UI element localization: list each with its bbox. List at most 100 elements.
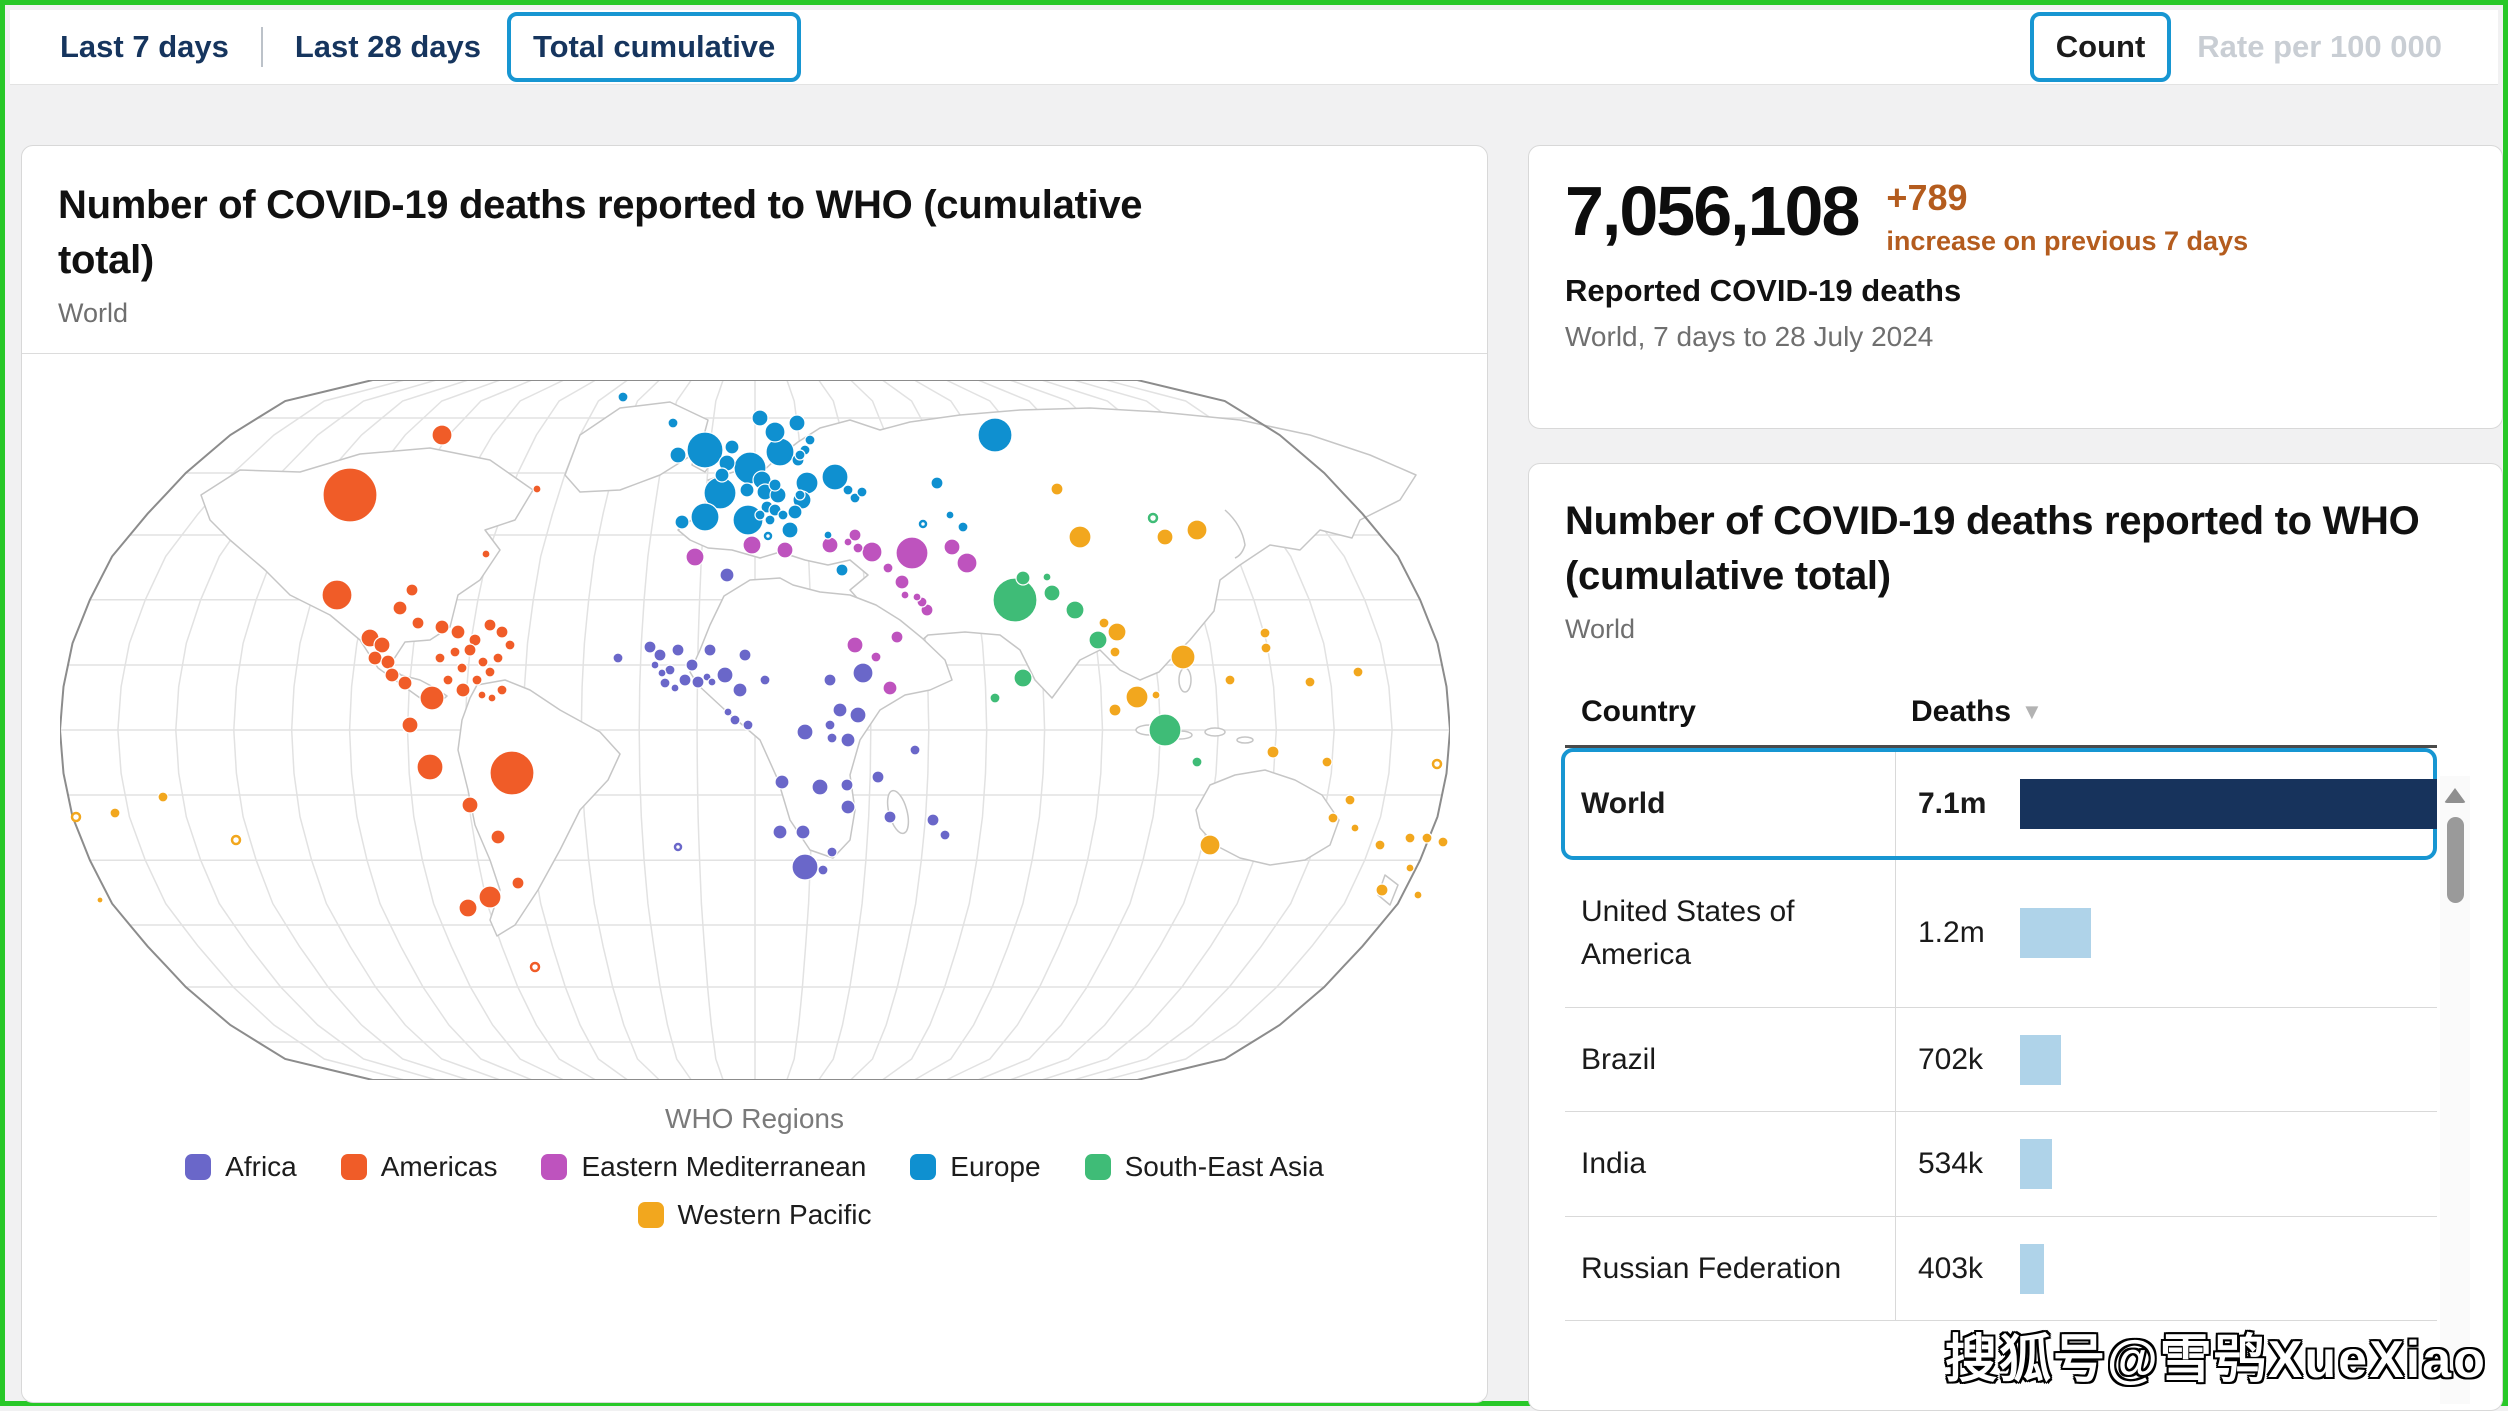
country-bubble[interactable] bbox=[1155, 528, 1174, 546]
country-bubble[interactable] bbox=[911, 592, 922, 602]
country-bubble[interactable] bbox=[758, 674, 771, 686]
country-bubble[interactable] bbox=[489, 829, 506, 845]
country-bubble[interactable] bbox=[611, 652, 624, 664]
country-bubble[interactable] bbox=[476, 690, 487, 700]
tab-rate-per-100-000[interactable]: Rate per 100 000 bbox=[2171, 12, 2468, 82]
country-bubble[interactable] bbox=[848, 706, 867, 724]
country-bubble[interactable] bbox=[1258, 627, 1271, 639]
country-bubble[interactable] bbox=[976, 417, 1013, 453]
country-bubble[interactable] bbox=[763, 532, 772, 541]
country-bubble[interactable] bbox=[415, 753, 444, 781]
country-bubble[interactable] bbox=[1012, 668, 1033, 688]
country-bubble[interactable] bbox=[803, 434, 816, 446]
country-bubble[interactable] bbox=[728, 714, 741, 726]
country-bubble[interactable] bbox=[823, 719, 836, 731]
country-bubble[interactable] bbox=[1326, 812, 1339, 824]
country-bubble[interactable] bbox=[706, 677, 717, 687]
country-bubble[interactable] bbox=[1265, 745, 1280, 759]
country-bubble[interactable] bbox=[767, 478, 782, 492]
country-bubble[interactable] bbox=[494, 625, 509, 639]
country-bubble[interactable] bbox=[480, 549, 491, 559]
country-bubble[interactable] bbox=[470, 674, 483, 686]
country-bubble[interactable] bbox=[1374, 883, 1389, 897]
country-bubble[interactable] bbox=[1198, 834, 1221, 856]
legend-item-eastern-mediterranean[interactable]: Eastern Mediterranean bbox=[541, 1151, 866, 1183]
country-bubble[interactable] bbox=[723, 439, 740, 455]
legend-item-south-east-asia[interactable]: South-East Asia bbox=[1084, 1151, 1324, 1183]
table-row-russian-federation[interactable]: Russian Federation 403k bbox=[1565, 1216, 2437, 1322]
country-bubble[interactable] bbox=[839, 732, 856, 748]
country-bubble[interactable] bbox=[786, 504, 803, 520]
country-bubble[interactable] bbox=[477, 885, 502, 909]
legend-item-americas[interactable]: Americas bbox=[340, 1151, 497, 1183]
country-bubble[interactable] bbox=[689, 502, 720, 532]
country-bubble[interactable] bbox=[1041, 572, 1052, 582]
country-bubble[interactable] bbox=[764, 437, 795, 467]
tab-total-cumulative[interactable]: Total cumulative bbox=[506, 12, 802, 82]
country-bubble[interactable] bbox=[669, 683, 680, 693]
column-header-deaths[interactable]: Deaths ▼ bbox=[1911, 695, 2453, 729]
country-bubble[interactable] bbox=[942, 538, 961, 556]
country-bubble[interactable] bbox=[737, 648, 752, 662]
country-bubble[interactable] bbox=[955, 552, 978, 574]
table-row-india[interactable]: India 534k bbox=[1565, 1112, 2437, 1217]
country-bubble[interactable] bbox=[1097, 617, 1110, 629]
country-bubble[interactable] bbox=[1259, 642, 1272, 654]
country-bubble[interactable] bbox=[400, 716, 419, 734]
table-row-united-states-of-america[interactable]: United States of America 1.2m bbox=[1565, 859, 2437, 1008]
country-bubble[interactable] bbox=[404, 583, 419, 597]
country-bubble[interactable] bbox=[531, 484, 542, 494]
country-bubble[interactable] bbox=[794, 824, 811, 840]
country-bubble[interactable] bbox=[1320, 756, 1333, 768]
country-bubble[interactable] bbox=[831, 702, 848, 718]
country-bubble[interactable] bbox=[825, 732, 838, 744]
country-bubble[interactable] bbox=[616, 391, 629, 403]
country-bubble[interactable] bbox=[889, 630, 904, 644]
country-bubble[interactable] bbox=[455, 662, 468, 674]
country-bubble[interactable] bbox=[822, 673, 837, 687]
country-bubble[interactable] bbox=[741, 719, 754, 731]
country-bubble[interactable] bbox=[775, 541, 794, 559]
country-bubble[interactable] bbox=[763, 514, 776, 526]
country-bubble[interactable] bbox=[787, 414, 806, 432]
country-bubble[interactable] bbox=[790, 853, 819, 881]
country-bubble[interactable] bbox=[383, 667, 400, 683]
country-bubble[interactable] bbox=[510, 876, 525, 890]
legend-item-africa[interactable]: Africa bbox=[185, 1151, 297, 1183]
country-bubble[interactable] bbox=[738, 482, 755, 498]
country-bubble[interactable] bbox=[938, 829, 951, 841]
country-bubble[interactable] bbox=[771, 824, 788, 840]
world-bubble-map[interactable] bbox=[58, 379, 1451, 1085]
country-bubble[interactable] bbox=[1108, 646, 1121, 658]
country-bubble[interactable] bbox=[795, 723, 814, 741]
country-bubble[interactable] bbox=[869, 651, 882, 663]
country-bubble[interactable] bbox=[834, 563, 849, 577]
country-bubble[interactable] bbox=[486, 693, 497, 703]
country-bubble[interactable] bbox=[108, 807, 121, 819]
country-bubble[interactable] bbox=[763, 421, 786, 443]
country-bubble[interactable] bbox=[483, 666, 496, 678]
country-bubble[interactable] bbox=[925, 813, 940, 827]
country-bubble[interactable] bbox=[230, 835, 241, 846]
country-bubble[interactable] bbox=[449, 624, 466, 640]
country-bubble[interactable] bbox=[684, 547, 705, 567]
country-bubble[interactable] bbox=[810, 778, 829, 796]
country-bubble[interactable] bbox=[750, 409, 769, 427]
country-bubble[interactable] bbox=[656, 668, 667, 678]
country-bubble[interactable] bbox=[991, 577, 1038, 623]
country-bubble[interactable] bbox=[899, 590, 910, 600]
country-bubble[interactable] bbox=[1351, 666, 1364, 678]
country-bubble[interactable] bbox=[1169, 644, 1196, 670]
country-bubble[interactable] bbox=[1436, 836, 1449, 848]
country-bubble[interactable] bbox=[673, 514, 690, 530]
country-bubble[interactable] bbox=[793, 489, 806, 501]
country-bubble[interactable] bbox=[839, 799, 856, 815]
country-bubble[interactable] bbox=[780, 521, 799, 539]
country-bubble[interactable] bbox=[816, 864, 829, 876]
country-bubble[interactable] bbox=[495, 684, 508, 696]
country-bubble[interactable] bbox=[430, 424, 453, 446]
country-bubble[interactable] bbox=[652, 648, 667, 662]
country-bubble[interactable] bbox=[1087, 630, 1108, 650]
country-bubble[interactable] bbox=[418, 685, 445, 711]
country-bubble[interactable] bbox=[1106, 622, 1127, 642]
